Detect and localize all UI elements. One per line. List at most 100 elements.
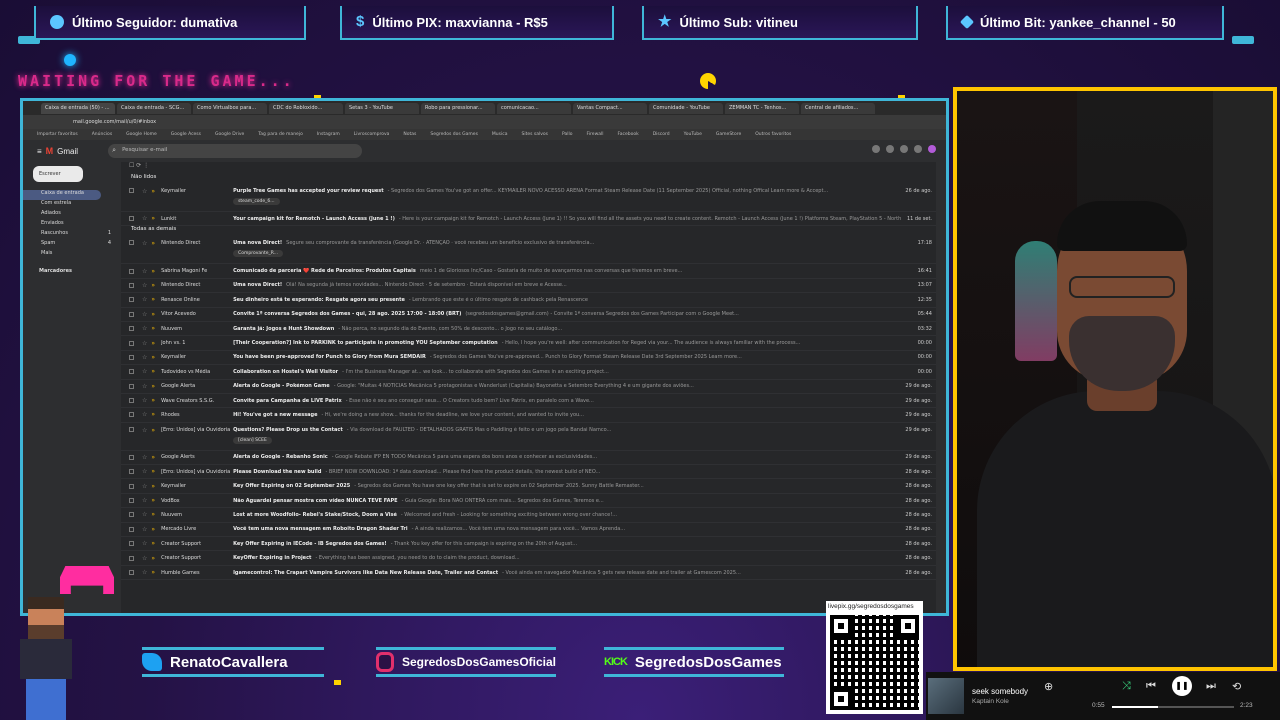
star-icon[interactable]: ☆ bbox=[142, 569, 147, 576]
star-icon[interactable]: ☆ bbox=[142, 311, 147, 318]
repeat-icon[interactable]: ⟲ bbox=[1232, 680, 1241, 693]
row-checkbox[interactable] bbox=[129, 282, 134, 288]
star-icon[interactable]: ☆ bbox=[142, 215, 147, 222]
bookmark-item[interactable]: Discord bbox=[653, 132, 670, 137]
star-icon[interactable]: ☆ bbox=[142, 282, 147, 289]
row-checkbox[interactable] bbox=[129, 541, 134, 547]
important-icon[interactable]: » bbox=[151, 215, 155, 222]
bookmark-item[interactable]: Instagram bbox=[317, 132, 340, 137]
row-checkbox[interactable] bbox=[129, 311, 134, 317]
row-checkbox[interactable] bbox=[129, 498, 134, 504]
help-icon[interactable] bbox=[872, 145, 880, 153]
add-icon[interactable]: ⊕ bbox=[1044, 680, 1053, 693]
important-icon[interactable]: » bbox=[151, 411, 155, 418]
browser-tab[interactable]: ZEMMAN TC - Tenhos... bbox=[725, 102, 799, 114]
email-row[interactable]: ☆ » Mercado Livre Você tem uma nova mensage… bbox=[121, 523, 936, 538]
unread-section-heading[interactable]: Não lidos bbox=[121, 174, 936, 184]
email-row[interactable]: ☆ » [Erro: Unidos] via Ouvidoria Please Dow… bbox=[121, 465, 936, 480]
star-icon[interactable]: ☆ bbox=[142, 497, 147, 504]
email-row[interactable]: ☆ » Keymailer You have been pre-approved fo… bbox=[121, 351, 936, 366]
star-icon[interactable]: ☆ bbox=[142, 555, 147, 562]
row-checkbox[interactable] bbox=[129, 268, 134, 274]
browser-tab[interactable]: Vantas Compact... bbox=[573, 102, 647, 114]
row-checkbox[interactable] bbox=[129, 326, 134, 332]
email-row[interactable]: ☆ » Rhodes Hi! You've got a new message - Hi… bbox=[121, 408, 936, 423]
browser-tab[interactable]: comunicacao... bbox=[497, 102, 571, 114]
star-icon[interactable]: ☆ bbox=[142, 427, 147, 434]
star-icon[interactable]: ☆ bbox=[142, 325, 147, 332]
important-icon[interactable]: » bbox=[151, 540, 155, 547]
email-row[interactable]: ☆ » Wave Creators S.S.G. Convite para Campa… bbox=[121, 394, 936, 409]
important-icon[interactable]: » bbox=[151, 468, 155, 475]
row-checkbox[interactable] bbox=[129, 454, 134, 460]
star-icon[interactable]: ☆ bbox=[142, 526, 147, 533]
email-row[interactable]: ☆ » John vs. 1 [Their Cooperation?] Ink to … bbox=[121, 336, 936, 351]
star-icon[interactable]: ☆ bbox=[142, 340, 147, 347]
compose-button[interactable]: Escrever bbox=[33, 166, 83, 182]
sidebar-item[interactable]: Adiados bbox=[23, 210, 121, 220]
email-row[interactable]: ☆ » VodBox Não Aguardei pensar mostra com v… bbox=[121, 494, 936, 509]
email-row[interactable]: ☆ » Keymailer Purple Tree Games has accepte… bbox=[121, 184, 936, 212]
email-row[interactable]: ☆ » Creator Support KeyOffer Expiring in Pr… bbox=[121, 551, 936, 566]
star-icon[interactable]: ☆ bbox=[142, 268, 147, 275]
gemini-icon[interactable] bbox=[900, 145, 908, 153]
browser-tab[interactable]: Robo para pressionar... bbox=[421, 102, 495, 114]
important-icon[interactable]: » bbox=[151, 383, 155, 390]
important-icon[interactable]: » bbox=[151, 526, 155, 533]
sidebar-item[interactable]: Rascunhos 1 bbox=[23, 230, 121, 240]
star-icon[interactable]: ☆ bbox=[142, 483, 147, 490]
star-icon[interactable]: ☆ bbox=[142, 296, 147, 303]
bookmark-item[interactable]: GameStore bbox=[716, 132, 741, 137]
row-checkbox[interactable] bbox=[129, 354, 134, 360]
important-icon[interactable]: » bbox=[151, 340, 155, 347]
row-checkbox[interactable] bbox=[129, 216, 134, 222]
search-input[interactable]: ⌕ Pesquisar e-mail bbox=[108, 144, 363, 158]
bookmark-item[interactable]: Pallo bbox=[562, 132, 573, 137]
browser-tab[interactable]: Caixa de entrada (50) - ... bbox=[41, 102, 115, 114]
menu-icon[interactable]: ≡ bbox=[37, 147, 42, 156]
bookmark-item[interactable]: Firewall bbox=[587, 132, 604, 137]
bookmark-item[interactable]: Segredos dos Games bbox=[430, 132, 478, 137]
row-checkbox[interactable] bbox=[129, 469, 134, 475]
row-checkbox[interactable] bbox=[129, 369, 134, 375]
sidebar-item[interactable]: Caixa de entrada bbox=[23, 190, 101, 200]
email-row[interactable]: ☆ » Humble Games Igamecontrol: The Crapart … bbox=[121, 566, 936, 581]
bookmark-item[interactable]: Importar favoritos bbox=[37, 132, 78, 137]
email-row[interactable]: ☆ » Lunkit Your campaign kit for Remotch - … bbox=[121, 212, 936, 227]
address-bar[interactable]: mail.google.com/mail/u/0/#inbox bbox=[23, 115, 946, 129]
important-icon[interactable]: » bbox=[151, 296, 155, 303]
email-row[interactable]: ☆ » Creator Support Key Offer Expiring in I… bbox=[121, 537, 936, 552]
email-row[interactable]: ☆ » Keymailer Key Offer Expiring on 02 Sept… bbox=[121, 479, 936, 494]
bookmark-item[interactable]: Tag para de manejo bbox=[258, 132, 303, 137]
attachment-chip[interactable]: steam_code_6... bbox=[233, 198, 280, 205]
row-checkbox[interactable] bbox=[129, 426, 134, 432]
important-icon[interactable]: » bbox=[151, 497, 155, 504]
row-checkbox[interactable] bbox=[129, 297, 134, 303]
bookmark-item[interactable]: Google Home bbox=[126, 132, 157, 137]
bookmark-item[interactable]: Musica bbox=[492, 132, 508, 137]
bookmark-item[interactable]: Anúncios bbox=[92, 132, 112, 137]
important-icon[interactable]: » bbox=[151, 569, 155, 576]
apps-icon[interactable] bbox=[914, 145, 922, 153]
attachment-chip[interactable]: Comprovante_R... bbox=[233, 250, 284, 258]
email-row[interactable]: ☆ » Google Alerta Alerta do Google - Pokémo… bbox=[121, 380, 936, 394]
browser-tab[interactable]: Setas 3 - YouTube bbox=[345, 102, 419, 114]
row-checkbox[interactable] bbox=[129, 412, 134, 418]
shuffle-icon[interactable]: ⤨ bbox=[1122, 680, 1131, 693]
important-icon[interactable]: » bbox=[151, 188, 155, 195]
star-icon[interactable]: ☆ bbox=[142, 397, 147, 404]
bookmark-item[interactable]: Sites salvos bbox=[521, 132, 548, 137]
email-row[interactable]: ☆ » Sabrina Magoni Fe Comunicado de parceri… bbox=[121, 264, 936, 279]
email-row[interactable]: ☆ » Nuuvem Lost at more Woodfolio- Rebel's … bbox=[121, 508, 936, 523]
avatar[interactable] bbox=[928, 145, 936, 153]
previous-icon[interactable]: ⏮ bbox=[1146, 680, 1156, 693]
sidebar-item[interactable]: Enviados bbox=[23, 220, 121, 230]
row-checkbox[interactable] bbox=[129, 240, 134, 246]
bookmark-item[interactable]: Notas bbox=[403, 132, 416, 137]
email-row[interactable]: ☆ » Google Alerts Alerta do Google - Rebanh… bbox=[121, 451, 936, 466]
progress-bar[interactable] bbox=[1112, 706, 1234, 708]
row-checkbox[interactable] bbox=[129, 340, 134, 346]
star-icon[interactable]: ☆ bbox=[142, 411, 147, 418]
star-icon[interactable]: ☆ bbox=[142, 188, 147, 195]
important-icon[interactable]: » bbox=[151, 282, 155, 289]
